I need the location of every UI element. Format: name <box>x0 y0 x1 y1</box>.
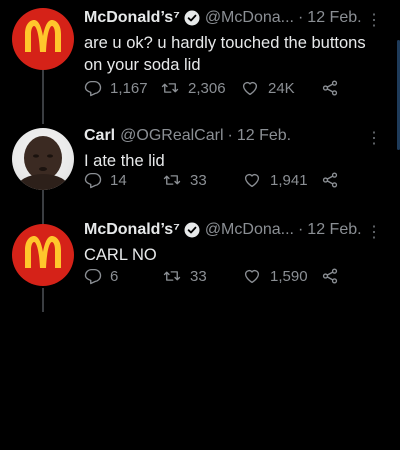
user-handle[interactable]: @McDona... <box>205 8 294 28</box>
display-name-mark: ⁷ <box>173 9 180 26</box>
retweet-icon <box>163 175 181 185</box>
tweet-header: McDonald’s ⁷ @McDona... · 12 Feb. <box>84 220 386 240</box>
share-button[interactable] <box>320 171 340 189</box>
tweet-text: I ate the lid <box>84 152 165 170</box>
reply-icon <box>84 172 102 189</box>
share-button[interactable] <box>320 267 340 285</box>
retweet-count: 2,306 <box>188 79 226 97</box>
tweet-text: are u ok? u hardly touched the buttons o… <box>84 34 366 74</box>
display-name-mark: ⁷ <box>173 221 180 238</box>
mcdonalds-logo-icon <box>25 20 61 52</box>
user-handle[interactable]: @OGRealCarl <box>120 126 223 146</box>
separator-dot: · <box>297 9 304 26</box>
reply-count: 6 <box>110 267 119 285</box>
user-handle[interactable]: @McDona... <box>205 220 294 240</box>
like-button[interactable]: 1,941 <box>242 171 308 189</box>
share-icon <box>322 172 338 188</box>
avatar-mcdonalds[interactable] <box>12 224 74 286</box>
tweet-text: CARL NO <box>84 246 157 264</box>
more-options-icon[interactable]: ⋮ <box>366 128 382 148</box>
carl-photo-icon <box>17 136 69 190</box>
like-count: 1,941 <box>270 171 308 189</box>
retweet-icon <box>163 271 181 281</box>
separator-dot: · <box>227 127 233 144</box>
reply-icon <box>84 80 102 97</box>
tweet-header: McDonald’s ⁷ @McDona... · 12 Feb. <box>84 8 386 28</box>
like-count: 1,590 <box>270 267 308 285</box>
display-name[interactable]: McDonald’s <box>84 220 173 240</box>
verified-badge-icon <box>184 222 200 238</box>
tweet-date[interactable]: 12 Feb. <box>307 220 361 240</box>
like-count: 24K <box>268 79 295 97</box>
avatar-carl[interactable] <box>12 128 74 190</box>
retweet-icon <box>161 83 179 93</box>
reply-button[interactable]: 6 <box>84 267 118 285</box>
separator-dot: · <box>297 221 304 238</box>
tweet-date[interactable]: 12 Feb. <box>237 126 291 146</box>
heart-icon <box>244 173 260 188</box>
retweet-count: 33 <box>190 267 207 285</box>
share-icon <box>322 80 338 96</box>
thread-connector-line <box>42 70 44 124</box>
retweet-button[interactable]: 2,306 <box>160 79 226 97</box>
like-button[interactable]: 24K <box>240 79 295 97</box>
reply-icon <box>84 268 102 285</box>
retweet-button[interactable]: 33 <box>162 267 207 285</box>
like-button[interactable]: 1,590 <box>242 267 308 285</box>
retweet-button[interactable]: 33 <box>162 171 207 189</box>
thread-connector-line <box>42 190 44 224</box>
display-name[interactable]: McDonald’s <box>84 8 173 28</box>
more-options-icon[interactable]: ⋮ <box>366 222 382 242</box>
reply-count: 1,167 <box>110 79 148 97</box>
heart-icon <box>242 81 258 96</box>
heart-icon <box>244 269 260 284</box>
reply-button[interactable]: 1,167 <box>84 79 148 97</box>
retweet-count: 33 <box>190 171 207 189</box>
tweet-header: Carl @OGRealCarl · 12 Feb. <box>84 126 386 146</box>
display-name[interactable]: Carl <box>84 126 115 146</box>
thread-connector-line <box>42 288 44 312</box>
more-options-icon[interactable]: ⋮ <box>366 10 382 30</box>
reply-button[interactable]: 14 <box>84 171 127 189</box>
share-icon <box>322 268 338 284</box>
share-button[interactable] <box>320 79 340 97</box>
reply-count: 14 <box>110 171 127 189</box>
avatar-mcdonalds[interactable] <box>12 8 74 70</box>
mcdonalds-logo-icon <box>25 236 61 268</box>
tweet-date[interactable]: 12 Feb. <box>307 8 361 28</box>
verified-badge-icon <box>184 10 200 26</box>
